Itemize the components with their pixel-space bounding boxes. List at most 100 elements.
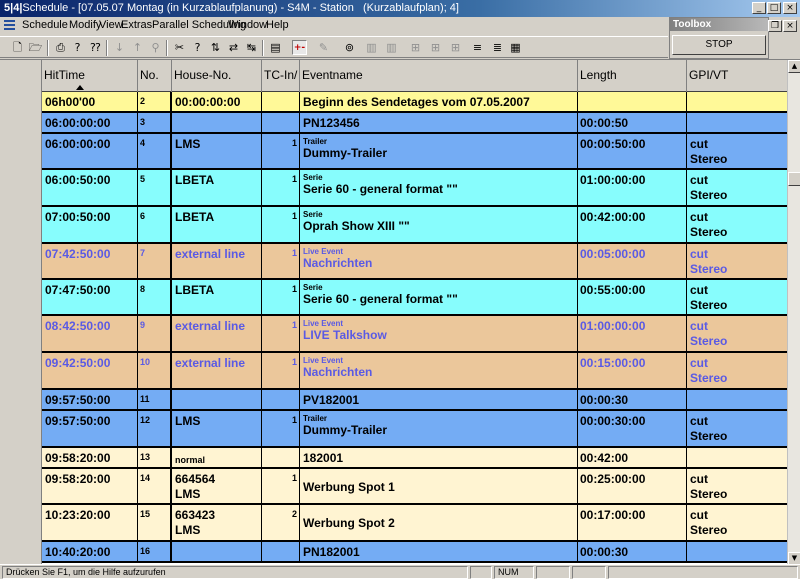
link-icon[interactable]: ↹ [244, 40, 259, 55]
col-eventname[interactable]: Eventname [300, 60, 578, 92]
row-gutter [0, 60, 42, 564]
event-name: Oprah Show XIII "" [303, 219, 410, 233]
align-left-icon[interactable]: ▥ [364, 40, 379, 55]
menu-modify[interactable]: Modify [69, 19, 101, 31]
house-number: LBETA [175, 283, 215, 297]
col-tc-in[interactable]: TC-In/ [262, 60, 300, 92]
align-right-icon[interactable]: ▥ [384, 40, 399, 55]
app-menu-icon[interactable] [4, 20, 15, 30]
tool-a-icon[interactable]: ⊞ [408, 40, 423, 55]
event-type: Serie [303, 210, 323, 219]
cell-no: 2 [138, 92, 172, 111]
menu-window[interactable]: Window [228, 19, 267, 31]
cell-length [578, 92, 687, 111]
menu-view[interactable]: View [99, 19, 123, 31]
table-row[interactable]: 07:47:50:00 8 LBETA 1 Serie Serie 60 - genera… [42, 280, 787, 316]
audio-mode: Stereo [690, 188, 728, 202]
title-text: Schedule - [07.05.07 Montag (in Kurzabla… [22, 2, 354, 14]
col-no[interactable]: No. [138, 60, 172, 92]
table-row[interactable]: 09:58:20:00 14 664564 LMS 1 Werbung Spot 1 00:… [42, 469, 787, 505]
tape-icon[interactable]: ⊚ [342, 40, 357, 55]
table-row[interactable]: 06:00:00:00 3 PN123456 00:00:50 [42, 113, 787, 134]
gpi-mode: cut [690, 356, 708, 370]
tool-b-icon[interactable]: ⊞ [428, 40, 443, 55]
table-row[interactable]: 07:00:50:00 6 LBETA 1 Serie Oprah Show XIII "… [42, 207, 787, 244]
cell-tc-in: 1 [262, 353, 300, 388]
context-help-icon[interactable]: ⁇ [88, 40, 103, 55]
pencil-icon[interactable]: ✎ [316, 40, 331, 55]
cell-hittime: 06:00:50:00 [42, 170, 138, 205]
col-house-no[interactable]: House-No. [172, 60, 262, 92]
table-row[interactable]: 10:40:20:00 16 PN182001 00:00:30 [42, 542, 787, 563]
house-number: 00:00:00:00 [175, 95, 241, 109]
table-row[interactable]: 09:42:50:00 10 external line 1 Live Event Nac… [42, 353, 787, 390]
cell-hittime: 10:23:20:00 [42, 505, 138, 540]
col-gpi-vt[interactable]: GPI/VT [687, 60, 787, 92]
table-row[interactable]: 07:42:50:00 7 external line 1 Live Event Nach… [42, 244, 787, 280]
table-row[interactable]: 09:57:50:00 12 LMS 1 Trailer Dummy-Trailer 00:… [42, 411, 787, 448]
scroll-up-button[interactable]: ▲ [788, 60, 800, 73]
tool-f-icon[interactable]: ▦ [508, 40, 523, 55]
vertical-scrollbar[interactable]: ▲ ▼ [787, 60, 800, 564]
table-row[interactable]: 06:00:50:00 5 LBETA 1 Serie Serie 60 - genera… [42, 170, 787, 207]
maximize-button[interactable]: □ [767, 2, 781, 14]
cell-tc-in [262, 113, 300, 132]
audio-mode: Stereo [690, 334, 728, 348]
restore-button[interactable]: ❐ [768, 20, 782, 32]
filter-icon[interactable]: ▤ [268, 40, 283, 55]
split-icon[interactable]: ⇅ [208, 40, 223, 55]
audio-mode: Stereo [690, 523, 728, 537]
stop-button[interactable]: STOP [672, 35, 766, 55]
cell-house-no [172, 390, 262, 409]
swap-icon[interactable]: ⇄ [226, 40, 241, 55]
cell-gpi-vt: cut Stereo [687, 411, 787, 446]
open-icon[interactable]: 🗁 [28, 40, 43, 55]
tool-d-icon[interactable]: ≡ [470, 40, 485, 55]
cell-no: 16 [138, 542, 172, 561]
cell-gpi-vt: cut Stereo [687, 316, 787, 351]
pin-icon[interactable]: ⚲ [148, 40, 163, 55]
scroll-thumb[interactable] [788, 172, 800, 186]
cell-hittime: 07:00:50:00 [42, 207, 138, 242]
schedule-grid: HitTime No. House-No. TC-In/ Eventname L… [0, 59, 800, 564]
help-icon[interactable]: ? [70, 40, 85, 55]
plus-minus-button[interactable]: +- [292, 40, 307, 55]
cell-length: 00:17:00:00 [578, 505, 687, 540]
gpi-mode: cut [690, 508, 708, 522]
event-type: Live Event [303, 247, 344, 256]
sort-ascending-icon [76, 85, 84, 90]
house-number: normal [175, 455, 206, 465]
col-hittime[interactable]: HitTime [42, 60, 138, 92]
cell-tc-in [262, 390, 300, 409]
house-number: 664564 [175, 472, 216, 486]
tool-c-icon[interactable]: ⊞ [448, 40, 463, 55]
cell-no: 3 [138, 113, 172, 132]
cell-gpi-vt: cut Stereo [687, 207, 787, 242]
col-length[interactable]: Length [578, 60, 687, 92]
close-button[interactable]: × [783, 2, 797, 14]
menu-extras[interactable]: Extras [121, 19, 152, 31]
table-row[interactable]: 09:58:20:00 13 normal 182001 00:42:00 [42, 448, 787, 469]
print-icon[interactable]: ⎙ [53, 40, 68, 55]
tool-e-icon[interactable]: ≣ [490, 40, 505, 55]
table-row[interactable]: 08:42:50:00 9 external line 1 Live Event LIVE… [42, 316, 787, 353]
move-down-icon[interactable]: ↓ [112, 40, 127, 55]
query-icon[interactable]: ? [190, 40, 205, 55]
event-name: PV182001 [303, 393, 360, 407]
table-row[interactable]: 06h00'00 2 00:00:00:00 Beginn des Sendetage… [42, 92, 787, 113]
cell-tc-in: 1 [262, 244, 300, 278]
child-close-button[interactable]: × [783, 20, 797, 32]
table-row[interactable]: 06:00:00:00 4 LMS 1 Trailer Dummy-Trailer 00:0… [42, 134, 787, 170]
table-row[interactable]: 09:57:50:00 11 PV182001 00:00:30 [42, 390, 787, 411]
menu-help[interactable]: Help [266, 19, 289, 31]
new-icon[interactable]: 🗋 [10, 40, 25, 55]
scroll-down-button[interactable]: ▼ [788, 552, 800, 564]
event-name: PN182001 [303, 545, 360, 559]
cut-icon[interactable]: ✂ [172, 40, 187, 55]
menu-schedule[interactable]: Schedule [22, 19, 68, 31]
table-row[interactable]: 10:23:20:00 15 663423 LMS 2 Werbung Spot 2 00:… [42, 505, 787, 542]
minimize-button[interactable]: _ [752, 2, 766, 14]
audio-mode: Stereo [690, 152, 728, 166]
move-up-icon[interactable]: ↑ [130, 40, 145, 55]
event-name: Serie 60 - general format "" [303, 182, 458, 196]
